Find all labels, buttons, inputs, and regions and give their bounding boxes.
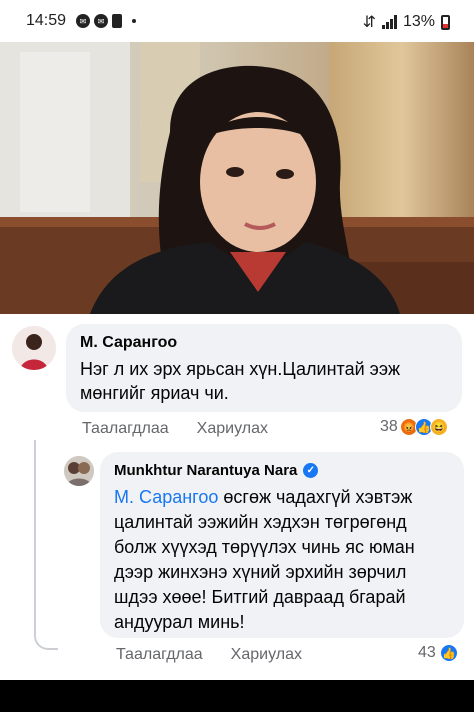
comment-bubble: М. Сарангоо Нэг л их эрх ярьсан хүн.Цали… xyxy=(66,324,462,412)
avatar-image xyxy=(64,456,94,486)
sim-card-icon xyxy=(112,14,122,28)
more-notifications-icon xyxy=(132,19,136,23)
post-photo-image xyxy=(0,42,474,314)
like-button[interactable]: Таалагдлаа xyxy=(82,420,169,438)
reply-button[interactable]: Хариулах xyxy=(197,420,268,438)
signal-icon xyxy=(381,15,397,29)
notification-icons: ✉ ✉ xyxy=(76,14,136,28)
reply-author-row: Munkhtur Narantuya Nara ✓ xyxy=(114,462,450,479)
system-icons: ⇵ 13% xyxy=(363,12,450,32)
comment-actions: Таалагдлаа Хариулах xyxy=(82,420,268,438)
messenger-icon: ✉ xyxy=(76,14,90,28)
system-navigation-bar xyxy=(0,680,474,712)
reaction-count: 38 xyxy=(380,418,398,435)
status-bar: 14:59 ✉ ✉ ⇵ 13% xyxy=(0,0,474,42)
battery-percent: 13% xyxy=(402,13,435,30)
data-transfer-icon: ⇵ xyxy=(362,14,376,31)
reply-thread-line xyxy=(34,440,58,650)
reaction-summary[interactable]: 38 😡 👍 😆 xyxy=(380,418,448,436)
reply-body: өсгөж чадахгүй хэвтэж цалинтай ээжийн хэ… xyxy=(114,487,415,632)
reply-actions: Таалагдлаа Хариулах xyxy=(116,646,302,664)
status-time: 14:59 xyxy=(26,12,67,29)
reaction-summary[interactable]: 43 👍 xyxy=(418,644,458,662)
comment-author[interactable]: М. Сарангоо xyxy=(80,334,448,352)
reply-author[interactable]: Munkhtur Narantuya Nara xyxy=(114,462,297,479)
comment-text: Нэг л их эрх ярьсан хүн.Цалинтай ээж мөн… xyxy=(80,359,401,403)
like-icon: 👍 xyxy=(439,644,458,662)
commenter-avatar[interactable] xyxy=(12,326,56,370)
avatar-image xyxy=(12,326,56,370)
like-button[interactable]: Таалагдлаа xyxy=(116,646,203,664)
reply-bubble: Munkhtur Narantuya Nara ✓ М. Сарангоо өс… xyxy=(100,452,464,638)
mention-link[interactable]: М. Сарангоо xyxy=(114,487,218,507)
reply-button[interactable]: Хариулах xyxy=(231,646,302,664)
messenger-icon: ✉ xyxy=(94,14,108,28)
replier-avatar[interactable] xyxy=(64,456,94,486)
battery-icon xyxy=(441,14,450,30)
verified-badge-icon: ✓ xyxy=(303,463,319,478)
haha-icon: 😆 xyxy=(429,418,448,436)
reply-text: М. Сарангоо өсгөж чадахгүй хэвтэж цалинт… xyxy=(114,485,450,635)
reaction-count: 43 xyxy=(418,644,436,661)
post-photo[interactable] xyxy=(0,42,474,314)
